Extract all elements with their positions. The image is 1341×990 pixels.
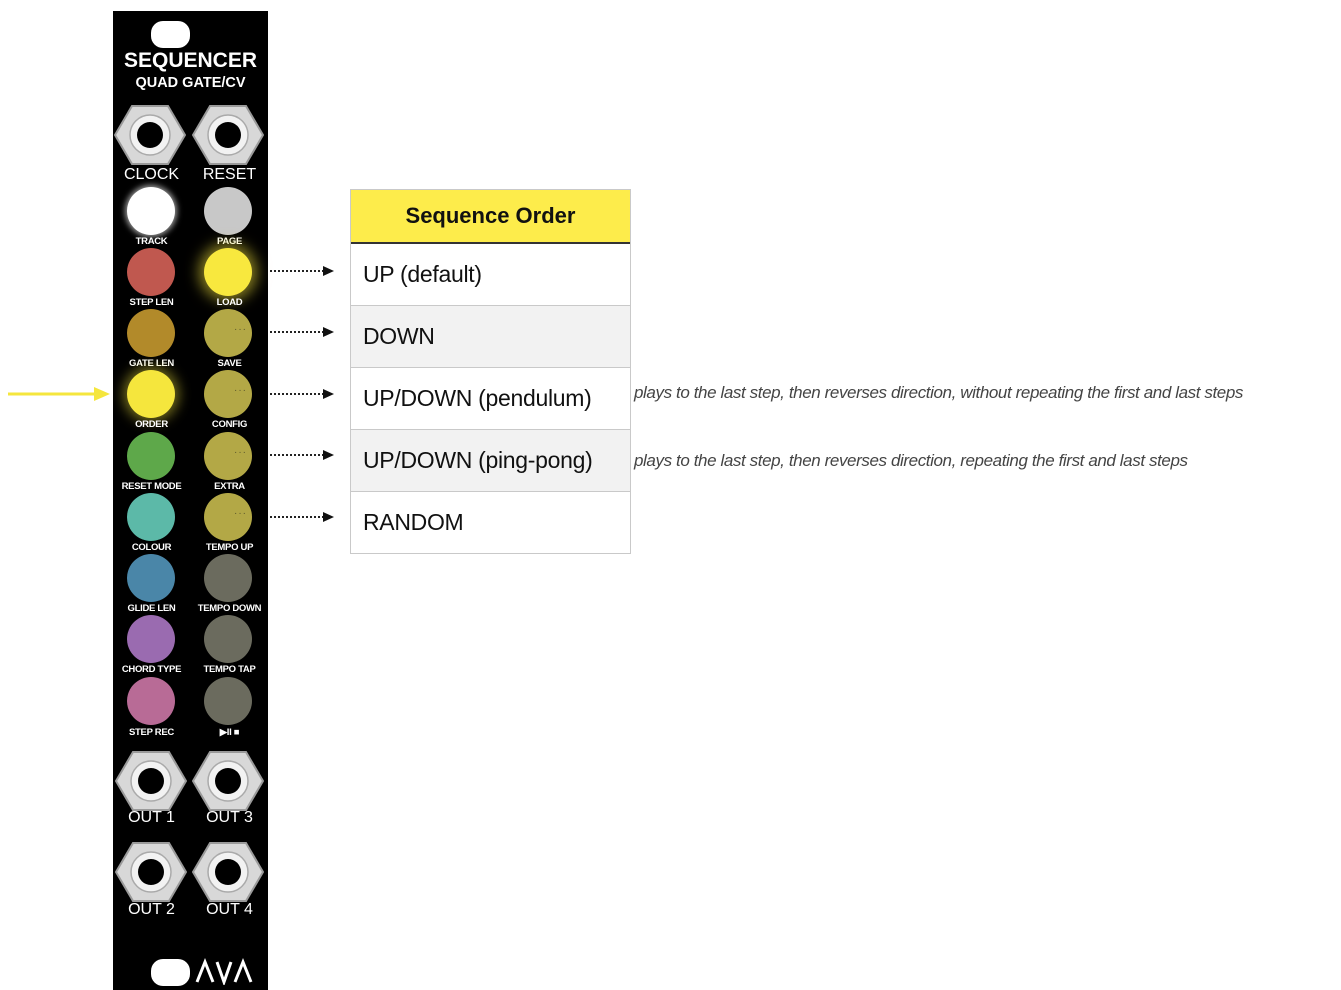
table-row-random: RANDOM bbox=[351, 492, 630, 554]
out-2-jack[interactable] bbox=[115, 841, 187, 903]
save-label: SAVE bbox=[217, 358, 242, 369]
glide-len-button[interactable] bbox=[127, 554, 175, 602]
arrow-ping-pong-icon bbox=[270, 450, 334, 460]
pendulum-note: plays to the last step, then reverses di… bbox=[634, 383, 1244, 402]
reset-mode-button[interactable] bbox=[127, 432, 175, 480]
page-button[interactable] bbox=[204, 187, 252, 235]
module-subtitle: QUAD GATE/CV bbox=[135, 75, 246, 91]
order-pointer-arrow-icon bbox=[8, 387, 110, 401]
out-4-jack[interactable] bbox=[192, 841, 264, 903]
step-rec-label: STEP REC bbox=[129, 727, 174, 738]
tempo-up-label: TEMPO UP bbox=[205, 542, 254, 553]
extra-label: EXTRA bbox=[214, 481, 245, 492]
out-2-label: OUT 2 bbox=[128, 901, 175, 918]
chord-type-label: CHORD TYPE bbox=[121, 664, 182, 675]
step-len-button[interactable] bbox=[127, 248, 175, 296]
track-label: TRACK bbox=[135, 236, 168, 247]
random-button-dots: ··· bbox=[234, 508, 247, 519]
out-4-label: OUT 4 bbox=[206, 901, 253, 918]
order-button[interactable] bbox=[127, 370, 175, 418]
down-button-dots: ··· bbox=[234, 324, 247, 335]
gate-len-label: GATE LEN bbox=[129, 358, 174, 369]
clock-jack[interactable] bbox=[114, 104, 186, 166]
tempo-down-button[interactable] bbox=[204, 615, 252, 663]
chord-type-button[interactable] bbox=[127, 615, 175, 663]
tempo-tap-label: TEMPO TAP bbox=[203, 664, 256, 675]
arrow-down-icon bbox=[270, 327, 334, 337]
reset-jack-label: RESET bbox=[202, 166, 257, 183]
tempo-up-button[interactable] bbox=[204, 554, 252, 602]
config-label: CONFIG bbox=[211, 419, 248, 430]
glide-len-label: GLIDE LEN bbox=[127, 603, 176, 614]
ping-pong-button-dots: ··· bbox=[234, 447, 247, 458]
table-row-down: DOWN bbox=[351, 306, 630, 368]
up-default-button[interactable] bbox=[204, 248, 252, 296]
reset-jack[interactable] bbox=[192, 104, 264, 166]
arrow-pendulum-icon bbox=[270, 389, 334, 399]
out-3-jack[interactable] bbox=[192, 750, 264, 812]
reset-mode-label: RESET MODE bbox=[121, 481, 182, 492]
arrow-up-default-icon bbox=[270, 266, 334, 276]
module-title: SEQUENCER bbox=[123, 49, 258, 72]
colour-label: COLOUR bbox=[131, 542, 172, 553]
page-label: PAGE bbox=[216, 236, 243, 247]
sequence-order-table: Sequence Order UP (default) DOWN UP/DOWN… bbox=[350, 189, 631, 554]
table-row-pendulum: UP/DOWN (pendulum) bbox=[351, 368, 630, 430]
sequencer-module-panel: SEQUENCER QUAD GATE/CV CLOCK RESET TRACK… bbox=[113, 11, 268, 990]
table-header: Sequence Order bbox=[351, 189, 630, 244]
colour-button[interactable] bbox=[127, 493, 175, 541]
clock-jack-label: CLOCK bbox=[123, 166, 180, 183]
step-len-label: STEP LEN bbox=[129, 297, 174, 308]
out-1-jack[interactable] bbox=[115, 750, 187, 812]
step-rec-button[interactable] bbox=[127, 677, 175, 725]
pendulum-button-dots: ··· bbox=[234, 385, 247, 396]
ping-pong-note: plays to the last step, then reverses di… bbox=[634, 451, 1188, 470]
track-button[interactable] bbox=[127, 187, 175, 235]
play-stop-label: ▶II ■ bbox=[219, 727, 240, 738]
tempo-down-label: TEMPO DOWN bbox=[197, 603, 262, 614]
table-row-up-default: UP (default) bbox=[351, 244, 630, 306]
arrow-random-icon bbox=[270, 512, 334, 522]
brand-logo bbox=[195, 957, 253, 985]
bottom-mounting-hole bbox=[151, 959, 190, 986]
gate-len-button[interactable] bbox=[127, 309, 175, 357]
out-3-label: OUT 3 bbox=[206, 809, 253, 826]
order-label: ORDER bbox=[135, 419, 168, 430]
tempo-tap-button[interactable] bbox=[204, 677, 252, 725]
out-1-label: OUT 1 bbox=[128, 809, 175, 826]
top-mounting-hole bbox=[151, 21, 190, 48]
table-row-ping-pong: UP/DOWN (ping-pong) bbox=[351, 430, 630, 492]
load-label: LOAD bbox=[216, 297, 243, 308]
